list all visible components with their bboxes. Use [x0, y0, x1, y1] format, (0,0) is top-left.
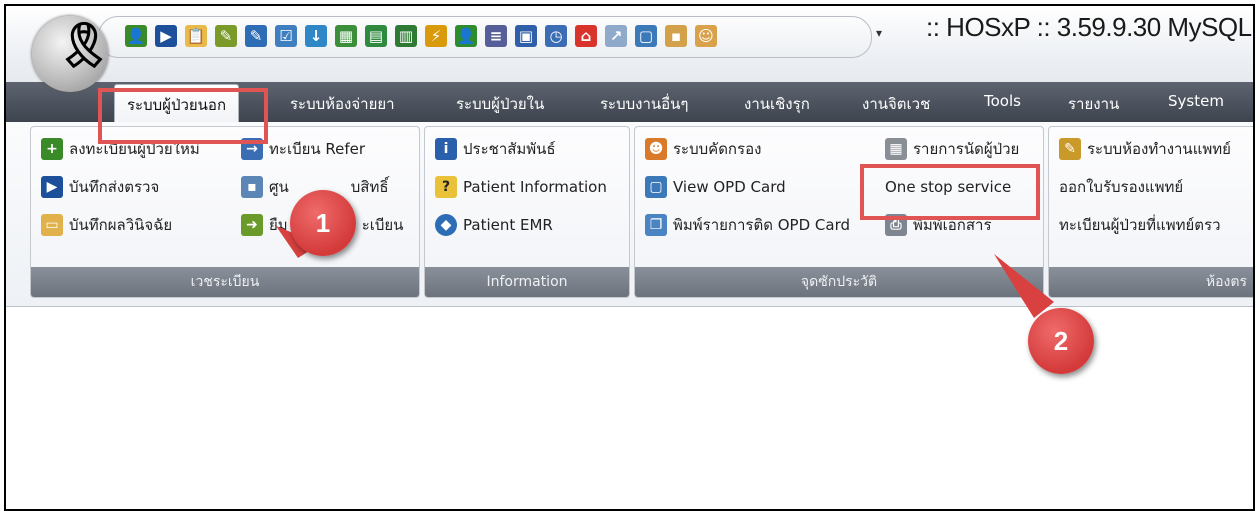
step-marker-2: 2: [1028, 308, 1094, 374]
annotation-pointers: [276, 226, 1054, 318]
app-window: 👤 ▶ 📋 ✎ ✎ ☑ ↓ ▦ ▤ ▥ ⚡ 👤 ≡ ▣ ◷ ⌂ ↗ ▢ ▪ ☺ ▾ :: HOSxP :: 3.59.…: [4, 4, 1255, 511]
marker-2-pointer: [994, 254, 1054, 318]
step-marker-1: 1: [290, 190, 356, 256]
